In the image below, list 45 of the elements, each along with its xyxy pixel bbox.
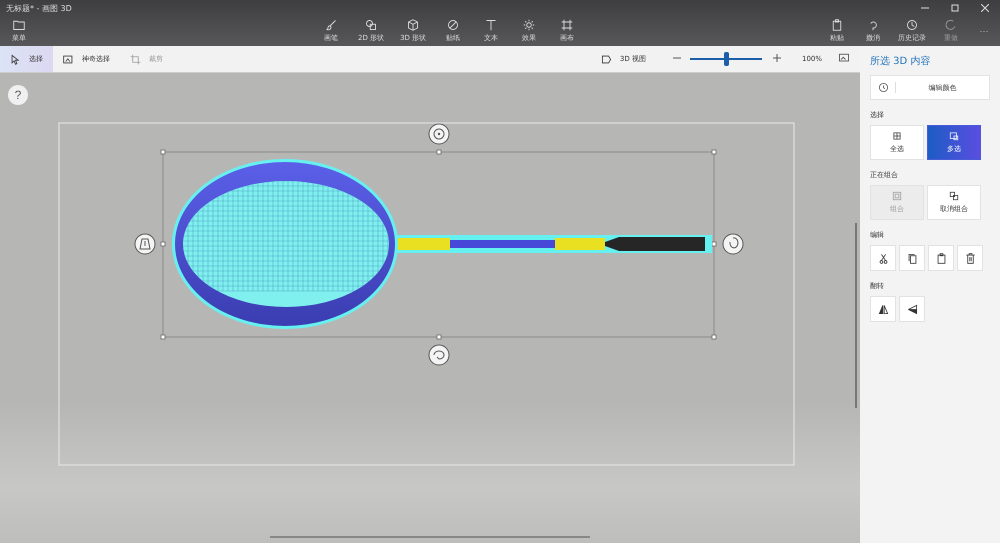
depth-icon[interactable] <box>134 234 156 254</box>
crop-icon <box>130 54 141 64</box>
ungroup-icon <box>949 191 959 201</box>
canvas-icon <box>561 19 574 31</box>
icon-button[interactable] <box>899 296 925 322</box>
redo-icon <box>945 19 957 31</box>
flip-horizontal-icon <box>878 304 888 314</box>
group-icon <box>892 191 902 201</box>
brush-icon <box>325 19 337 31</box>
history-icon <box>906 19 918 31</box>
scissors-icon <box>878 252 888 264</box>
cube-icon <box>407 19 420 31</box>
multi-select-icon <box>949 131 959 141</box>
rotate-icon[interactable] <box>722 234 744 254</box>
icon-button[interactable] <box>870 245 896 271</box>
image-icon <box>838 52 850 64</box>
restore-icon <box>951 4 959 12</box>
vertical-scrollbar[interactable] <box>855 223 857 408</box>
trash-icon <box>964 252 976 264</box>
panel-title: 所选 3D 内容 <box>870 54 932 68</box>
text-icon <box>485 19 498 31</box>
grid-icon <box>892 131 902 141</box>
window-title: 无标题* - 画图 3D <box>6 2 72 14</box>
icon-button[interactable] <box>870 296 896 322</box>
copy-icon <box>906 252 918 264</box>
flip-vertical-icon <box>906 304 918 314</box>
magic-select-icon <box>63 54 74 64</box>
sun-icon <box>523 19 536 31</box>
rotate-icon[interactable] <box>428 344 450 366</box>
clipboard-icon <box>936 252 946 264</box>
plus-icon <box>772 53 782 63</box>
folder-icon <box>13 19 25 31</box>
icon-button[interactable] <box>957 245 983 271</box>
more-button[interactable]: ··· <box>972 19 996 43</box>
zoom-thumb[interactable] <box>724 52 729 66</box>
close-icon <box>981 4 989 12</box>
horizontal-scrollbar[interactable] <box>270 536 590 538</box>
shapes-icon <box>365 19 378 31</box>
help-button[interactable]: ? <box>8 85 28 105</box>
icon-button[interactable] <box>899 245 925 271</box>
clipboard-icon <box>831 19 843 31</box>
icon-button[interactable] <box>928 245 954 271</box>
pointer-icon <box>10 54 21 64</box>
rotate-icon[interactable] <box>428 124 450 144</box>
view-icon <box>600 54 612 64</box>
